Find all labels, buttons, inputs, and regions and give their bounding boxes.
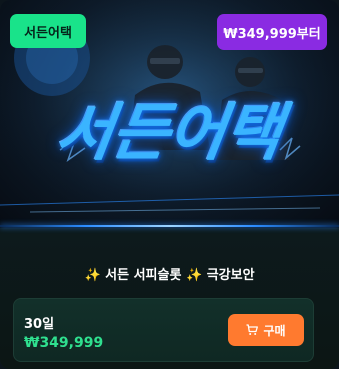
banner-title: 서든어택 (51, 96, 286, 169)
plan-price: ₩349,999 (24, 335, 104, 351)
buy-button[interactable]: 구매 (228, 314, 304, 346)
category-tag: 서든어택 (10, 14, 86, 48)
price-tag: ₩349,999부터 (217, 14, 327, 50)
banner-divider (0, 225, 339, 227)
sparkle-icon: ✨ (185, 268, 203, 283)
product-title: ✨ 서든 서피슬롯 ✨ 극강보안 (0, 264, 339, 283)
sparkle-icon: ✨ (84, 268, 101, 283)
plan-duration: 30일 (24, 317, 55, 332)
plan-option: 30일 ₩349,999 구매 (13, 298, 314, 362)
product-title-text: 서든 서피슬롯 (105, 268, 182, 283)
product-card[interactable]: 서든어택 서든어택 ₩349,999부터 ✨ 서든 서피슬롯 ✨ 극강보안 30… (0, 0, 339, 369)
buy-button-label: 구매 (263, 323, 286, 338)
cart-icon (246, 324, 259, 335)
product-title-suffix: 극강보안 (206, 268, 255, 283)
